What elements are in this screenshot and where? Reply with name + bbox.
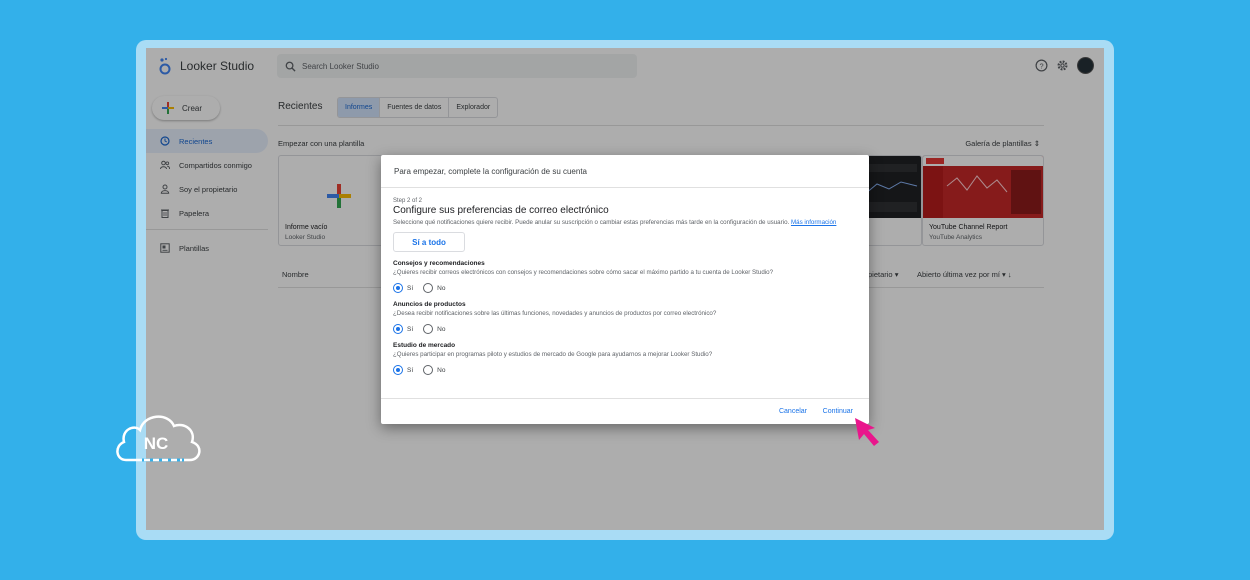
preference-tips: Consejos y recomendaciones ¿Quieres reci… (393, 260, 859, 293)
step-indicator: Step 2 of 2 (393, 198, 423, 204)
radio-yes[interactable] (393, 324, 403, 334)
preference-market-research: Estudio de mercado ¿Quieres participar e… (393, 342, 859, 375)
preference-description: ¿Quieres participar en programas piloto … (393, 351, 713, 358)
radio-group: Sí No (393, 365, 859, 375)
nc-logo-text: NC (144, 434, 169, 453)
preference-title: Consejos y recomendaciones (393, 260, 485, 267)
radio-yes-label: Sí (407, 325, 414, 333)
radio-yes-label: Sí (407, 284, 414, 292)
app-window: Looker Studio Search Looker Studio ? Cre… (146, 48, 1104, 530)
dialog-header: Para empezar, complete la configuración … (381, 155, 869, 188)
dialog-body: Step 2 of 2 Configure sus preferencias d… (393, 198, 859, 375)
continue-button[interactable]: Continuar (823, 408, 853, 415)
radio-no[interactable] (423, 365, 434, 375)
preference-title: Estudio de mercado (393, 342, 456, 349)
radio-group: Sí No (393, 283, 859, 293)
pointer-arrow-icon (855, 418, 879, 446)
nc-cloud-logo-icon: NC (116, 415, 201, 462)
cancel-button[interactable]: Cancelar (779, 408, 807, 415)
dialog-footer: Cancelar Continuar (381, 398, 869, 424)
radio-no[interactable] (423, 324, 434, 334)
radio-group: Sí No (393, 324, 859, 334)
radio-no-option[interactable]: No (423, 283, 445, 293)
preference-description: ¿Quieres recibir correos electrónicos co… (393, 269, 774, 276)
account-setup-dialog: Para empezar, complete la configuración … (381, 155, 869, 424)
radio-yes[interactable] (393, 365, 403, 375)
radio-no-label: No (437, 284, 446, 292)
radio-yes-option[interactable]: Sí (393, 365, 413, 375)
radio-yes-option[interactable]: Sí (393, 283, 413, 293)
preference-title: Anuncios de productos (393, 301, 466, 308)
radio-no[interactable] (423, 283, 434, 293)
radio-no-option[interactable]: No (423, 365, 445, 375)
radio-yes[interactable] (393, 283, 403, 293)
radio-yes-label: Sí (407, 366, 414, 374)
radio-no-label: No (437, 325, 446, 333)
more-info-link[interactable]: Más información (791, 219, 836, 226)
yes-to-all-button[interactable]: Sí a todo (393, 232, 465, 252)
radio-no-label: No (437, 366, 446, 374)
radio-no-option[interactable]: No (423, 324, 445, 334)
preference-product-announcements: Anuncios de productos ¿Desea recibir not… (393, 301, 859, 334)
description-text: Seleccione qué notificaciones quiere rec… (393, 219, 790, 226)
preference-description: ¿Desea recibir notificaciones sobre las … (393, 310, 717, 317)
dialog-title: Configure sus preferencias de correo ele… (393, 205, 609, 216)
radio-yes-option[interactable]: Sí (393, 324, 413, 334)
dialog-description: Seleccione qué notificaciones quiere rec… (393, 219, 859, 226)
